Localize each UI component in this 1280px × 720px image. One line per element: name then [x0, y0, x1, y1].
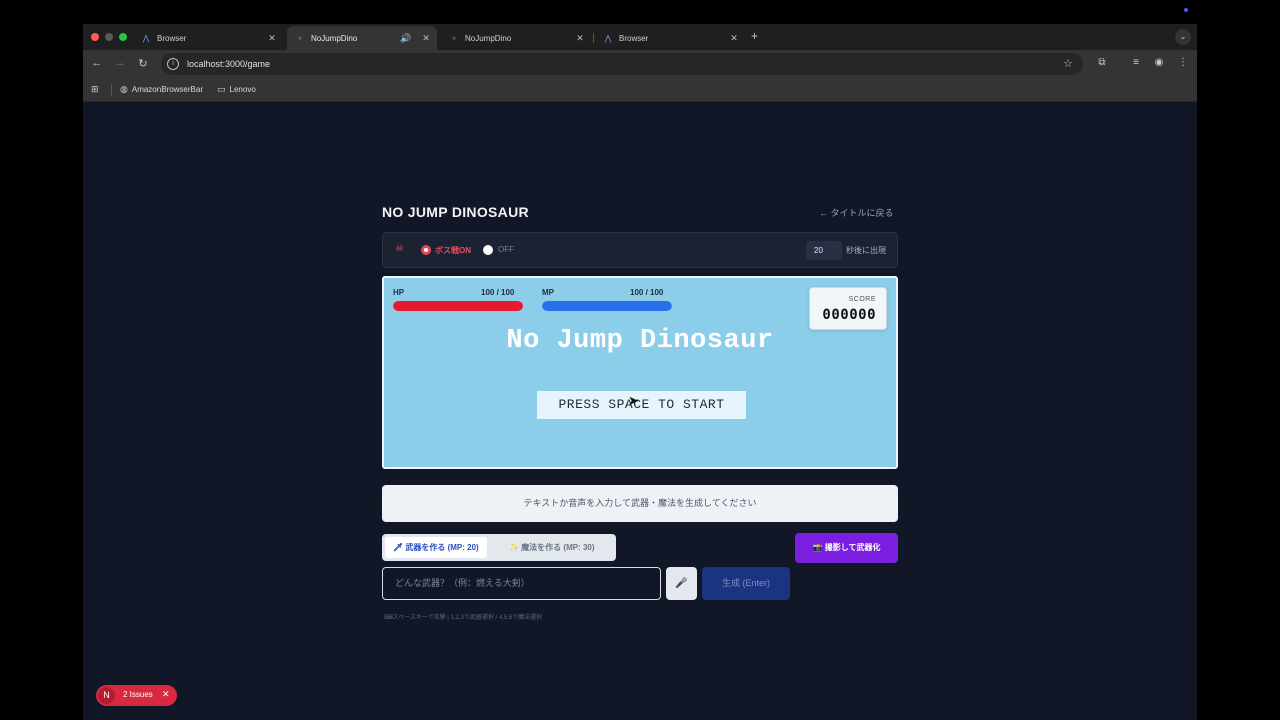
- boss-seconds-label: 秒後に出現: [846, 246, 886, 255]
- mode-tabs: 🗡 武器を作る (MP: 20) ✨ 魔法を作る (MP: 30): [382, 534, 616, 561]
- back-arrow-icon[interactable]: ←: [90, 57, 104, 69]
- tab-label: NoJumpDino: [465, 33, 512, 43]
- tab-browser-1[interactable]: ⋀ Browser ✕: [133, 26, 283, 50]
- generation-hint: テキストか音声を入力して武器・魔法を生成してください: [382, 485, 898, 522]
- hp-bar: [393, 301, 523, 311]
- score-value: 000000: [822, 307, 876, 323]
- boss-settings-bar: ☠ ボス戦ON OFF 20 秒後に出現: [382, 232, 898, 268]
- press-start-prompt: PRESS SPACE TO START: [537, 391, 746, 419]
- tab-close-icon[interactable]: ✕: [265, 33, 279, 44]
- score-label: SCORE: [848, 296, 876, 303]
- globe-icon: ◍: [120, 84, 128, 94]
- hp-value: 100 / 100: [481, 288, 515, 297]
- mp-value: 100 / 100: [630, 288, 664, 297]
- bookmark-star-icon[interactable]: ☆: [1063, 57, 1073, 70]
- bookmark-amazonbrowserbar[interactable]: ◍ AmazonBrowserBar: [120, 84, 203, 95]
- tab-label: Browser: [157, 33, 187, 43]
- close-issues-icon[interactable]: ✕: [162, 689, 170, 700]
- maximize-window-button[interactable]: [119, 33, 127, 41]
- tab-label: NoJumpDino: [311, 33, 358, 43]
- canvas-title: No Jump Dinosaur: [506, 326, 774, 356]
- tab-make-weapon[interactable]: 🗡 武器を作る (MP: 20): [385, 537, 487, 558]
- close-window-button[interactable]: [91, 33, 99, 41]
- keyboard-hint: ⌨スペースキーで攻撃 | 1,2,3で武器選択 / 4,5,6で魔法選択: [384, 615, 543, 621]
- browser-logo-icon: ⋀: [142, 33, 150, 43]
- tab-label: Browser: [619, 33, 649, 43]
- mouse-cursor-icon: ➤: [628, 393, 639, 408]
- tab-search-chevron-icon[interactable]: ⌄: [1175, 29, 1191, 45]
- game-canvas[interactable]: HP 100 / 100 MP 100 / 100 SCORE 000000 N…: [382, 276, 898, 469]
- score-box: SCORE 000000: [809, 287, 887, 330]
- forward-arrow-icon[interactable]: →: [113, 57, 127, 69]
- bookmarks-bar: ⊞ ◍ AmazonBrowserBar ▭ Lenovo: [83, 78, 1197, 102]
- tab-make-magic[interactable]: ✨ 魔法を作る (MP: 30): [501, 537, 603, 558]
- microphone-button[interactable]: 🎤: [666, 567, 697, 600]
- game-page: NO JUMP DINOSAUR ← タイトルに戻る ☠ ボス戦ON OFF 2…: [83, 103, 1197, 720]
- folder-icon: ▭: [217, 84, 226, 94]
- boss-seconds-input[interactable]: 20: [806, 241, 842, 260]
- bookmark-lenovo[interactable]: ▭ Lenovo: [217, 84, 256, 95]
- issues-count[interactable]: 2 Issues: [123, 690, 153, 699]
- boss-icon: ☠: [395, 243, 404, 254]
- site-info-icon[interactable]: i: [167, 58, 179, 70]
- nextjs-logo-icon: N: [98, 687, 115, 704]
- tab-close-icon[interactable]: ✕: [727, 33, 741, 44]
- apps-grid-icon[interactable]: ⊞: [91, 84, 103, 95]
- tab-browser-2[interactable]: ⋀ Browser ✕: [595, 26, 745, 50]
- minimize-window-button[interactable]: [105, 33, 113, 41]
- screen: ⋀ Browser ✕ ♆ NoJumpDino 🔊 ✕ ♆ NoJumpDin…: [0, 0, 1280, 720]
- extensions-puzzle-icon[interactable]: ⧉: [1095, 57, 1109, 68]
- status-dot: [1184, 8, 1188, 12]
- bookmark-divider: [111, 84, 112, 96]
- bookmark-label: AmazonBrowserBar: [131, 85, 203, 94]
- tab-divider: [593, 33, 594, 43]
- dino-favicon-icon: ♆: [451, 33, 457, 43]
- more-menu-icon[interactable]: ⋮: [1176, 57, 1190, 68]
- hp-bar-fill: [393, 301, 523, 311]
- speaker-icon[interactable]: 🔊: [397, 33, 415, 44]
- new-tab-button[interactable]: +: [751, 29, 758, 43]
- profile-avatar-icon[interactable]: ◉: [1152, 57, 1166, 68]
- address-bar[interactable]: i localhost:3000/game ☆: [161, 53, 1083, 75]
- mp-bar: [542, 301, 672, 311]
- browser-window: ⋀ Browser ✕ ♆ NoJumpDino 🔊 ✕ ♆ NoJumpDin…: [83, 24, 1197, 720]
- boss-on-label[interactable]: ボス戦ON: [435, 245, 471, 256]
- boss-off-radio[interactable]: [483, 245, 493, 255]
- reload-icon[interactable]: ↻: [136, 57, 150, 70]
- reading-list-icon[interactable]: ≡: [1129, 57, 1143, 68]
- boss-off-label[interactable]: OFF: [498, 245, 514, 254]
- photo-to-weapon-button[interactable]: 📸 撮影して武器化: [795, 533, 898, 563]
- tab-nojumpdino[interactable]: ♆ NoJumpDino ✕: [441, 26, 591, 50]
- page-title: NO JUMP DINOSAUR: [382, 204, 529, 220]
- browser-logo-icon: ⋀: [604, 33, 612, 43]
- bookmark-label: Lenovo: [229, 85, 256, 94]
- tab-strip: ⋀ Browser ✕ ♆ NoJumpDino 🔊 ✕ ♆ NoJumpDin…: [83, 24, 1197, 50]
- mp-bar-fill: [542, 301, 672, 311]
- generate-button[interactable]: 生成 (Enter): [702, 567, 790, 600]
- browser-toolbar: ← → ↻ i localhost:3000/game ☆ ⧉ ≡ ◉ ⋮: [83, 50, 1197, 78]
- dino-favicon-icon: ♆: [297, 33, 303, 43]
- weapon-prompt-input[interactable]: どんな武器？（例：燃える大剣）: [382, 567, 661, 600]
- back-to-title-link[interactable]: ← タイトルに戻る: [819, 206, 894, 219]
- tab-nojumpdino-active[interactable]: ♆ NoJumpDino 🔊 ✕: [287, 26, 437, 50]
- nextjs-issues-badge[interactable]: N 2 Issues ✕: [96, 685, 177, 706]
- tab-close-icon[interactable]: ✕: [573, 33, 587, 44]
- mp-label: MP: [542, 288, 554, 297]
- hp-label: HP: [393, 288, 405, 297]
- boss-on-radio[interactable]: [421, 245, 431, 255]
- tab-close-icon[interactable]: ✕: [419, 33, 433, 44]
- url-text[interactable]: localhost:3000/game: [187, 59, 270, 69]
